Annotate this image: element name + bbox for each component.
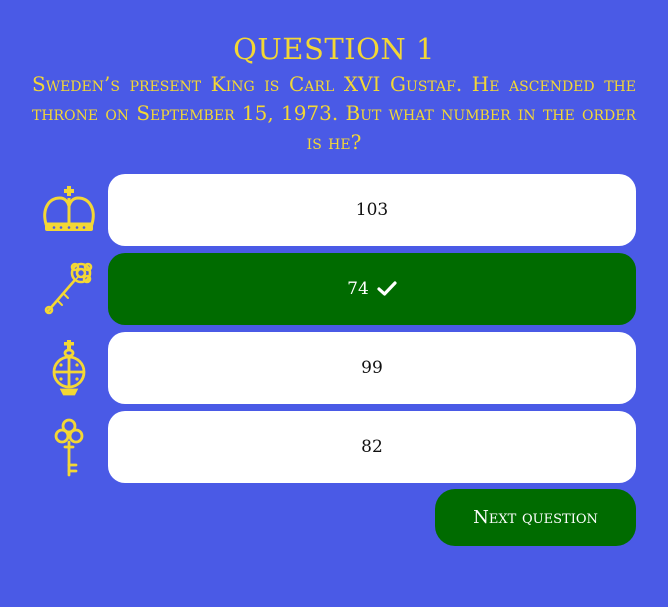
answer-label: 82 <box>361 437 383 457</box>
answer-label: 103 <box>355 200 389 220</box>
answer-label: 74 <box>347 279 369 299</box>
answer-option-3[interactable]: 99 <box>108 332 636 404</box>
answer-list: 103 74 99 82 <box>40 174 636 490</box>
next-question-button[interactable]: Next question <box>435 489 636 546</box>
answer-label: 99 <box>361 358 383 378</box>
question-text: Sweden’s present King is Carl XVI Gustaf… <box>32 72 636 154</box>
answer-row-1: 103 <box>40 174 636 246</box>
answer-row-2: 74 <box>40 253 636 325</box>
key-icon <box>40 417 98 477</box>
answer-row-4: 82 <box>40 411 636 483</box>
answer-option-2[interactable]: 74 <box>108 253 636 325</box>
sceptre-icon <box>40 259 98 319</box>
answer-option-4[interactable]: 82 <box>108 411 636 483</box>
answer-row-3: 99 <box>40 332 636 404</box>
answer-option-1[interactable]: 103 <box>108 174 636 246</box>
question-title: QUESTION 1 <box>233 32 435 66</box>
checkmark-icon <box>377 281 397 296</box>
crown-icon <box>40 180 98 240</box>
orb-icon <box>40 338 98 398</box>
